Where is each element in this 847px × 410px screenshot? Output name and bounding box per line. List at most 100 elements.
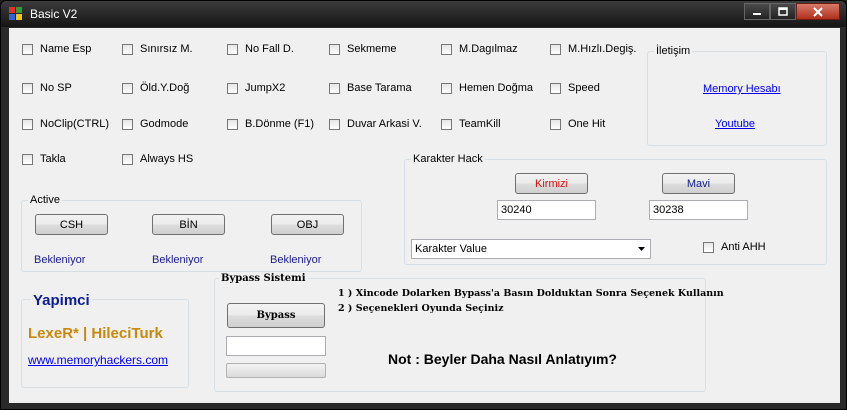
- checkbox-label: Always HS: [140, 153, 194, 165]
- minimize-button[interactable]: [744, 3, 770, 20]
- checkbox-label: M.Hızlı.Degiş.: [568, 43, 637, 55]
- checkbox-m-dagilmaz[interactable]: M.Dagılmaz: [441, 43, 518, 55]
- csh-status: Bekleniyor: [34, 254, 86, 266]
- bypass-group-label: Bypass Sistemi: [219, 273, 308, 284]
- kirmizi-button[interactable]: Kirmizi: [515, 173, 588, 194]
- checkbox-base-tarama[interactable]: Base Tarama: [329, 82, 412, 94]
- checkbox-teamkill[interactable]: TeamKill: [441, 118, 501, 130]
- obj-status: Bekleniyor: [270, 254, 322, 266]
- checkbox-jumpx2[interactable]: JumpX2: [227, 82, 285, 94]
- checkbox-label: M.Dagılmaz: [459, 43, 518, 55]
- checkbox-box[interactable]: [550, 118, 561, 130]
- checkbox-label: Hemen Doğma: [459, 82, 533, 94]
- checkbox-no-sp[interactable]: No SP: [22, 82, 72, 94]
- bypass-input[interactable]: [226, 336, 326, 356]
- checkbox-label: Base Tarama: [347, 82, 412, 94]
- chevron-down-icon: [638, 247, 645, 251]
- checkbox-b-donme[interactable]: B.Dönme (F1): [227, 118, 314, 130]
- checkbox-box[interactable]: [22, 118, 33, 130]
- checkbox-box[interactable]: [22, 43, 33, 55]
- bypass-instruction-2: 2 ) Seçenekleri Oyunda Seçiniz: [338, 303, 504, 314]
- checkbox-box[interactable]: [122, 118, 133, 130]
- mavi-value-input[interactable]: 30238: [649, 200, 748, 220]
- youtube-link[interactable]: Youtube: [715, 118, 755, 130]
- checkbox-box[interactable]: [441, 43, 452, 55]
- kirmizi-value-input[interactable]: 30240: [497, 200, 596, 220]
- checkbox-box[interactable]: [550, 82, 561, 94]
- karakter-value-select[interactable]: Karakter Value: [411, 239, 651, 259]
- checkbox-box[interactable]: [122, 43, 133, 55]
- maximize-button[interactable]: [770, 3, 796, 20]
- checkbox-label: Sekmeme: [347, 43, 397, 55]
- window-title: Basic V2: [30, 7, 78, 21]
- checkbox-no-fall-d[interactable]: No Fall D.: [227, 43, 294, 55]
- checkbox-noclip[interactable]: NoClip(CTRL): [22, 118, 109, 130]
- memoryhackers-link[interactable]: www.memoryhackers.com: [28, 353, 168, 367]
- checkbox-speed[interactable]: Speed: [550, 82, 600, 94]
- checkbox-label: No SP: [40, 82, 72, 94]
- app-icon: [9, 7, 23, 21]
- checkbox-box[interactable]: [329, 43, 340, 55]
- checkbox-label: One Hit: [568, 118, 606, 130]
- title-bar[interactable]: Basic V2: [1, 1, 846, 27]
- checkbox-label: JumpX2: [245, 82, 286, 94]
- checkbox-one-hit[interactable]: One Hit: [550, 118, 605, 130]
- memory-hesabi-link[interactable]: Memory Hesabı: [703, 83, 781, 95]
- active-group-label: Active: [28, 194, 62, 206]
- bypass-note: Not : Beyler Daha Nasıl Anlatıyım?: [388, 351, 617, 367]
- checkbox-box[interactable]: [441, 118, 452, 130]
- checkbox-box[interactable]: [329, 82, 340, 94]
- yapimci-title: Yapimci: [31, 292, 92, 309]
- form-client-area: Name Esp Sınırsız M. No Fall D. Sekmeme …: [9, 28, 840, 403]
- main-window: Basic V2 Name Esp Sınırsız M. No Fall D.…: [0, 0, 847, 410]
- checkbox-box[interactable]: [703, 241, 714, 253]
- bin-button[interactable]: BİN: [152, 214, 225, 235]
- close-icon: [813, 6, 823, 17]
- karakter-value-selected: Karakter Value: [415, 243, 487, 255]
- checkbox-box[interactable]: [122, 82, 133, 94]
- bypass-group: Bypass Sistemi Bypass 1 ) Xincode Dolark…: [214, 273, 724, 392]
- checkbox-godmode[interactable]: Godmode: [122, 118, 188, 130]
- checkbox-label: Sınırsız M.: [140, 43, 193, 55]
- checkbox-box[interactable]: [329, 118, 340, 130]
- karakter-hack-group: Karakter Hack Kirmizi Mavi 30240 30238 K…: [404, 153, 827, 265]
- bypass-button[interactable]: Bypass: [227, 303, 325, 328]
- checkbox-box[interactable]: [227, 82, 238, 94]
- checkbox-duvar-arkasi[interactable]: Duvar Arkasi V.: [329, 118, 422, 130]
- checkbox-box[interactable]: [22, 153, 33, 165]
- checkbox-label: B.Dönme (F1): [245, 118, 315, 130]
- checkbox-sinirsiz-m[interactable]: Sınırsız M.: [122, 43, 193, 55]
- checkbox-label: Takla: [40, 153, 66, 165]
- karakter-hack-group-label: Karakter Hack: [411, 153, 485, 165]
- mavi-button[interactable]: Mavi: [662, 173, 735, 194]
- checkbox-label: Anti AHH: [721, 241, 766, 253]
- checkbox-label: Name Esp: [40, 43, 92, 55]
- checkbox-box[interactable]: [227, 43, 238, 55]
- active-group: Active CSH BİN OBJ Bekleniyor Bekleniyor…: [21, 194, 362, 272]
- checkbox-old-y-dog[interactable]: Öld.Y.Doğ: [122, 82, 189, 94]
- checkbox-name-esp[interactable]: Name Esp: [22, 43, 91, 55]
- yapimci-names: LexeR* | HileciTurk: [28, 325, 163, 342]
- checkbox-box[interactable]: [227, 118, 238, 130]
- checkbox-box[interactable]: [441, 82, 452, 94]
- checkbox-takla[interactable]: Takla: [22, 153, 66, 165]
- iletisim-group-label: İletişim: [654, 45, 693, 57]
- close-button[interactable]: [796, 3, 840, 20]
- checkbox-label: Godmode: [140, 118, 189, 130]
- checkbox-box[interactable]: [22, 82, 33, 94]
- bypass-instruction-1: 1 ) Xincode Dolarken Bypass'a Basın Dold…: [338, 288, 724, 299]
- minimize-icon: [753, 12, 761, 15]
- checkbox-always-hs[interactable]: Always HS: [122, 153, 193, 165]
- checkbox-box[interactable]: [550, 43, 561, 55]
- checkbox-hemen-dogma[interactable]: Hemen Doğma: [441, 82, 533, 94]
- checkbox-anti-ahh[interactable]: Anti AHH: [703, 241, 766, 253]
- yapimci-group: Yapimci LexeR* | HileciTurk www.memoryha…: [21, 292, 189, 388]
- checkbox-m-hizli-degis[interactable]: M.Hızlı.Degiş.: [550, 43, 636, 55]
- checkbox-sekmeme[interactable]: Sekmeme: [329, 43, 397, 55]
- checkbox-box[interactable]: [122, 153, 133, 165]
- obj-button[interactable]: OBJ: [271, 214, 344, 235]
- checkbox-label: Speed: [568, 82, 600, 94]
- csh-button[interactable]: CSH: [35, 214, 108, 235]
- bin-status: Bekleniyor: [152, 254, 204, 266]
- checkbox-label: Öld.Y.Doğ: [140, 82, 190, 94]
